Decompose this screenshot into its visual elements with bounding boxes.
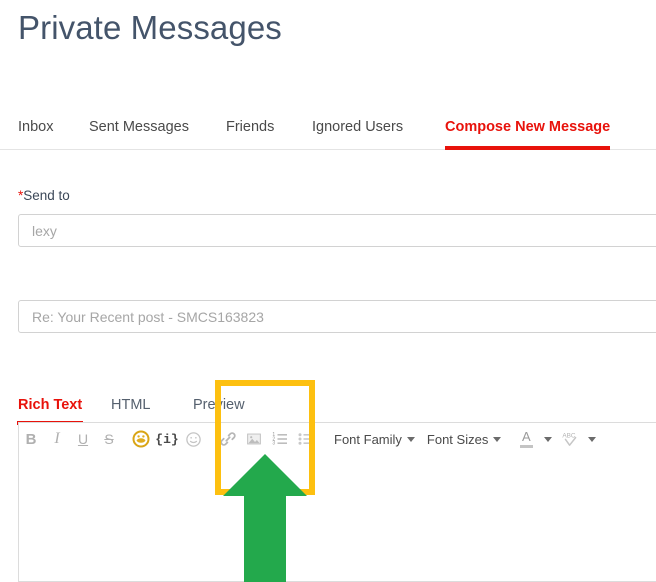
link-icon[interactable] <box>215 426 241 452</box>
editor-tab-preview-label: Preview <box>193 397 245 413</box>
spellcheck-icon[interactable]: ABC <box>557 426 583 452</box>
tab-inbox[interactable]: Inbox <box>18 118 53 136</box>
send-to-label: *Send to <box>18 188 70 203</box>
editor-tab-html-label: HTML <box>111 397 151 413</box>
font-family-dropdown[interactable]: Font Family <box>328 426 421 452</box>
subject-input[interactable] <box>18 300 656 333</box>
font-sizes-label: Font Sizes <box>426 431 489 447</box>
bold-label: B <box>25 430 37 448</box>
chevron-down-icon <box>493 436 502 442</box>
recipient-input[interactable] <box>18 214 656 247</box>
tab-friends[interactable]: Friends <box>226 118 274 136</box>
text-color-icon[interactable]: A <box>513 426 539 452</box>
smiley-icon[interactable] <box>180 426 206 452</box>
underline-icon[interactable]: U <box>70 426 96 452</box>
bulleted-list-icon[interactable] <box>293 426 319 452</box>
editor-mode-tabs: Rich Text HTML Preview <box>0 396 656 425</box>
chevron-down-icon <box>588 436 597 442</box>
editor-tab-rich-text-label: Rich Text <box>18 397 83 413</box>
insert-code-label: {i} <box>155 431 179 447</box>
editor-tab-preview[interactable]: Preview <box>193 396 245 414</box>
tab-ignored-users-label: Ignored Users <box>312 119 404 135</box>
italic-label: I <box>54 430 60 447</box>
text-color-dropdown[interactable] <box>539 426 557 452</box>
insert-code-icon[interactable]: {i} <box>154 426 180 452</box>
chevron-down-icon <box>406 436 415 442</box>
strikethrough-icon[interactable]: S <box>96 426 122 452</box>
strikethrough-label: S <box>104 431 114 447</box>
page-title: Private Messages <box>18 9 282 46</box>
text-color-swatch: A <box>519 428 533 450</box>
numbered-list-icon[interactable]: 1 2 3 <box>267 426 293 452</box>
tab-friends-label: Friends <box>226 119 275 135</box>
send-to-label-text: Send to <box>23 188 70 203</box>
italic-icon[interactable]: I <box>44 426 70 452</box>
tab-compose-new-message-label: Compose New Message <box>445 119 611 135</box>
tab-ignored-users[interactable]: Ignored Users <box>312 118 403 136</box>
editor-tab-html[interactable]: HTML <box>111 396 150 414</box>
editor-toolbar: B I U S {i} 1 2 3 Font Family Font Sizes… <box>18 423 656 455</box>
spellcheck-dropdown[interactable] <box>583 426 601 452</box>
tab-inbox-label: Inbox <box>18 119 54 135</box>
svg-text:3: 3 <box>272 441 275 447</box>
emoticon-gold-icon[interactable] <box>128 426 154 452</box>
tab-sent-messages-label: Sent Messages <box>89 119 189 135</box>
text-color-letter: A <box>521 429 531 444</box>
insert-image-icon[interactable] <box>241 426 267 452</box>
tab-bar: Inbox Sent Messages Friends Ignored User… <box>0 118 656 150</box>
text-color-bar <box>519 445 533 448</box>
underline-label: U <box>77 431 89 447</box>
chevron-down-icon <box>544 436 553 442</box>
editor-tab-rich-text[interactable]: Rich Text <box>17 396 84 425</box>
font-family-label: Font Family <box>334 431 402 447</box>
tab-compose-new-message[interactable]: Compose New Message <box>445 118 611 150</box>
font-sizes-dropdown[interactable]: Font Sizes <box>421 426 507 452</box>
bold-icon[interactable]: B <box>18 426 44 452</box>
active-tab-underline <box>445 146 611 150</box>
tab-sent-messages[interactable]: Sent Messages <box>89 118 189 136</box>
